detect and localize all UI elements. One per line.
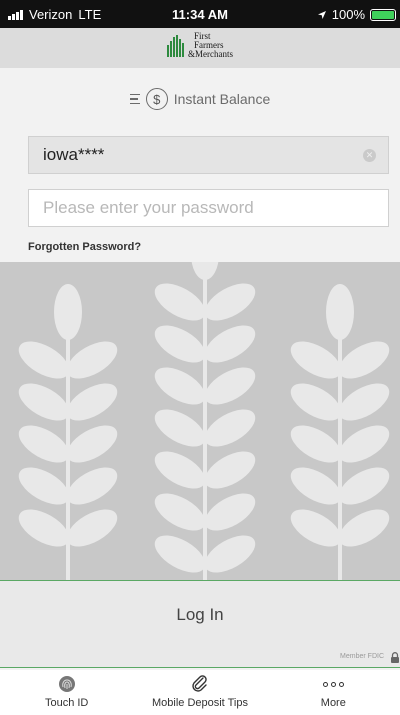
wheat-pattern-icon: [18, 262, 390, 580]
tab-label: Mobile Deposit Tips: [151, 697, 248, 709]
instant-balance-label: Instant Balance: [173, 91, 271, 107]
tab-touch-id[interactable]: Touch ID: [0, 670, 133, 715]
battery-info: 100%: [317, 7, 396, 22]
clear-icon[interactable]: ✕: [363, 149, 376, 162]
dollar-circle-icon: $: [145, 88, 168, 110]
logo-mark-icon: [167, 34, 184, 57]
forgot-password-link[interactable]: Forgotten Password?: [28, 241, 141, 253]
app-header: First Farmers &Merchants: [0, 28, 400, 68]
password-field[interactable]: Please enter your password: [28, 189, 389, 227]
username-field[interactable]: iowa**** ✕: [28, 136, 389, 174]
battery-percent: 100%: [331, 7, 365, 22]
speed-lines-icon: [129, 93, 140, 105]
location-arrow-icon: [317, 10, 326, 19]
tab-mobile-deposit-tips[interactable]: Mobile Deposit Tips: [133, 670, 266, 715]
member-fdic-label: Member FDIC: [340, 653, 384, 660]
logo-text: First Farmers &Merchants: [188, 31, 233, 59]
password-placeholder: Please enter your password: [43, 198, 254, 217]
login-button[interactable]: Log In: [0, 581, 400, 649]
fingerprint-icon: [58, 676, 75, 692]
battery-icon: [370, 8, 396, 21]
instant-balance-button[interactable]: $ Instant Balance: [0, 88, 400, 110]
paperclip-icon: [192, 675, 207, 692]
tab-bar: Touch ID Mobile Deposit Tips More: [0, 670, 400, 715]
status-bar: Verizon LTE 11:34 AM 100%: [0, 0, 400, 28]
lock-icon: [391, 652, 399, 663]
tab-label: Touch ID: [44, 697, 89, 709]
tab-more[interactable]: More: [267, 670, 400, 715]
fdic-row: Member FDIC: [0, 648, 400, 668]
bank-logo: First Farmers &Merchants: [167, 32, 233, 59]
username-value: iowa****: [43, 145, 105, 164]
more-dots-icon: [322, 675, 344, 693]
wheat-background: [0, 262, 400, 580]
tab-label: More: [320, 697, 346, 709]
login-area: Log In: [0, 580, 400, 648]
